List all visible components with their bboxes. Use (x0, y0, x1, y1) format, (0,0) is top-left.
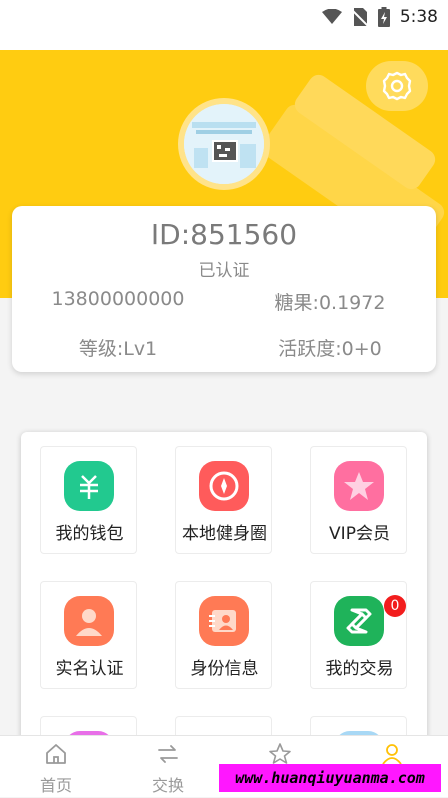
person-icon (64, 596, 114, 646)
menu-item-my-trades[interactable]: 0 我的交易 (310, 581, 407, 689)
trade-count-badge: 0 (384, 595, 406, 617)
user-icon (382, 744, 402, 765)
wifi-icon (321, 9, 342, 24)
menu-item-identity-info[interactable]: 身份信息 (175, 581, 272, 689)
home-icon (46, 744, 66, 764)
avatar[interactable] (178, 98, 270, 190)
menu-item-label: 我的交易 (325, 659, 394, 679)
profile-info-card: ID:851560 已认证 13800000000 糖果:0.1972 等级:L… (12, 206, 436, 372)
phone-number: 13800000000 (51, 288, 185, 310)
tab-label: 交换 (151, 776, 184, 795)
menu-item-real-name[interactable]: 实名认证 (40, 581, 137, 689)
verification-status: 已认证 (198, 261, 250, 281)
status-time: 5:38 (399, 7, 438, 27)
menu-item-local-gym[interactable]: 本地健身圈 (175, 446, 272, 554)
menu-item-label: 本地健身圈 (182, 524, 267, 544)
menu-item-label: 身份信息 (190, 659, 259, 679)
wallet-icon (64, 461, 114, 511)
activity-score: 活跃度:0+0 (278, 338, 382, 360)
status-icons: 5:38 (321, 6, 438, 28)
star-icon (334, 461, 384, 511)
user-level: 等级:Lv1 (78, 338, 158, 360)
tab-label: 首页 (39, 776, 72, 795)
battery-charging-icon (377, 7, 390, 27)
menu-item-wallet[interactable]: 我的钱包 (40, 446, 137, 554)
gym-circle-icon (199, 461, 249, 511)
menu-grid: 我的钱包 本地健身圈 VIP会员 实名认证 身份信息 0 我的交易 (21, 432, 427, 752)
no-sim-icon (351, 8, 368, 26)
menu-item-label: 实名认证 (55, 659, 124, 679)
user-id: ID:851560 (150, 218, 298, 251)
swap-icon (158, 745, 178, 763)
gear-icon (382, 71, 412, 101)
candy-balance: 糖果:0.1972 (274, 292, 386, 314)
star-outline-icon (269, 743, 291, 764)
menu-item-vip[interactable]: VIP会员 (310, 446, 407, 554)
watermark: www.huanqiuyuanma.com (219, 764, 441, 792)
id-card-icon (199, 596, 249, 646)
avatar-image (184, 104, 264, 184)
tab-home[interactable]: 首页 (0, 736, 112, 798)
menu-item-label: VIP会员 (329, 524, 390, 544)
tab-swap[interactable]: 交换 (112, 736, 224, 798)
exchange-icon (334, 596, 384, 646)
status-bar: 5:38 (0, 0, 448, 50)
menu-item-label: 我的钱包 (55, 524, 124, 544)
settings-button[interactable] (366, 61, 428, 111)
